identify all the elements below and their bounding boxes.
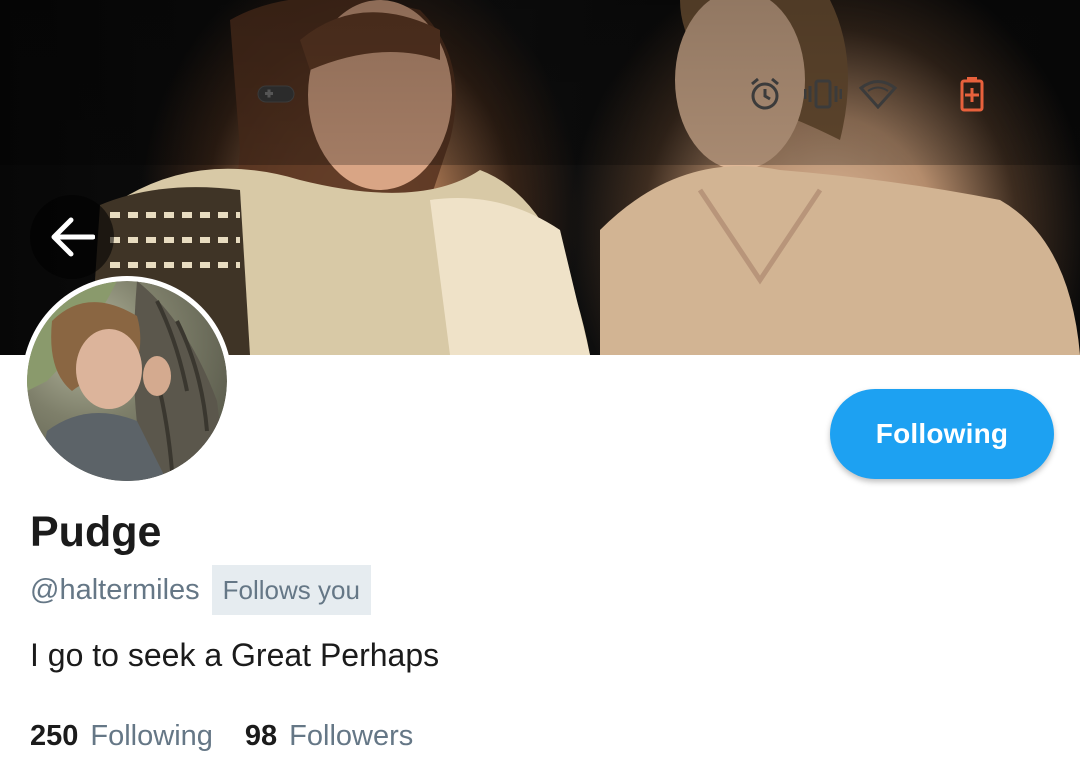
user-handle: @haltermiles <box>30 573 200 606</box>
profile-screen: Following Pudge @haltermiles Follows you… <box>0 0 1080 777</box>
followers-count: 98 <box>244 719 278 752</box>
profile-stats: 250 Following 98 Followers <box>30 716 413 756</box>
handle-row: @haltermiles Follows you <box>30 565 371 615</box>
alarm-icon <box>746 76 784 112</box>
battery-charging-icon <box>958 76 986 112</box>
follows-you-badge: Follows you <box>211 565 371 615</box>
following-count: 250 <box>30 719 79 752</box>
avatar[interactable] <box>22 276 232 486</box>
game-controller-icon <box>256 76 296 112</box>
display-name: Pudge <box>30 508 162 556</box>
followers-stat-link[interactable]: 98 Followers <box>245 720 413 753</box>
avatar-image <box>27 281 227 481</box>
back-button[interactable] <box>30 195 114 279</box>
followers-label: Followers <box>289 719 414 752</box>
vibrate-icon <box>803 76 843 112</box>
wifi-icon <box>858 76 898 112</box>
profile-bio: I go to seek a Great Perhaps <box>30 637 440 673</box>
status-bar-overlay <box>0 0 1080 165</box>
following-label: Following <box>90 719 213 752</box>
arrow-left-icon <box>51 217 95 257</box>
following-stat-link[interactable]: 250 Following <box>30 720 213 753</box>
following-button[interactable]: Following <box>830 389 1054 479</box>
